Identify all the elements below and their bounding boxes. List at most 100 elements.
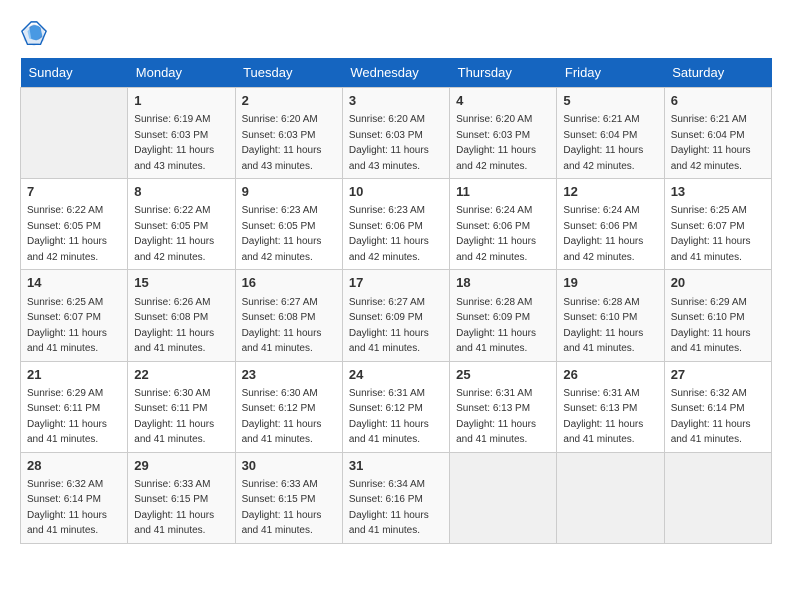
day-number: 17 [349, 274, 443, 292]
day-number: 27 [671, 366, 765, 384]
calendar-week-row: 28Sunrise: 6:32 AM Sunset: 6:14 PM Dayli… [21, 452, 772, 543]
day-number: 23 [242, 366, 336, 384]
calendar-cell: 15 Sunrise: 6:26 AM Sunset: 6:08 PM Dayli… [128, 270, 235, 361]
day-number: 8 [134, 183, 228, 201]
calendar-header-row: SundayMondayTuesdayWednesdayThursdayFrid… [21, 58, 772, 88]
calendar-week-row: 7 Sunrise: 6:22 AM Sunset: 6:05 PM Daylig… [21, 179, 772, 270]
day-number: 14 [27, 274, 121, 292]
calendar-cell: 14 Sunrise: 6:25 AM Sunset: 6:07 PM Dayli… [21, 270, 128, 361]
day-info: Sunrise: 6:28 AM Sunset: 6:09 PM Dayligh… [456, 297, 536, 355]
calendar-cell: 9 Sunrise: 6:23 AM Sunset: 6:05 PM Daylig… [235, 179, 342, 270]
day-number: 15 [134, 274, 228, 292]
day-number: 29 [134, 457, 228, 475]
calendar-cell: 26 Sunrise: 6:31 AM Sunset: 6:13 PM Dayli… [557, 361, 664, 452]
calendar-cell: 31 Sunrise: 6:34 AM Sunset: 6:16 PM Dayli… [342, 452, 449, 543]
calendar-cell: 2 Sunrise: 6:20 AM Sunset: 6:03 PM Daylig… [235, 88, 342, 179]
day-number: 26 [563, 366, 657, 384]
day-info: Sunrise: 6:24 AM Sunset: 6:06 PM Dayligh… [456, 205, 536, 263]
calendar-cell: 25 Sunrise: 6:31 AM Sunset: 6:13 PM Dayli… [450, 361, 557, 452]
day-number: 19 [563, 274, 657, 292]
day-info: Sunrise: 6:19 AM Sunset: 6:03 PM Dayligh… [134, 114, 214, 172]
day-info: Sunrise: 6:21 AM Sunset: 6:04 PM Dayligh… [671, 114, 751, 172]
day-number: 20 [671, 274, 765, 292]
day-info: Sunrise: 6:20 AM Sunset: 6:03 PM Dayligh… [242, 114, 322, 172]
calendar-cell: 18 Sunrise: 6:28 AM Sunset: 6:09 PM Dayli… [450, 270, 557, 361]
calendar-cell: 30 Sunrise: 6:33 AM Sunset: 6:15 PM Dayli… [235, 452, 342, 543]
day-info: Sunrise: 6:34 AM Sunset: 6:16 PM Dayligh… [349, 479, 429, 537]
calendar-cell: 22 Sunrise: 6:30 AM Sunset: 6:11 PM Dayli… [128, 361, 235, 452]
calendar-cell: 16 Sunrise: 6:27 AM Sunset: 6:08 PM Dayli… [235, 270, 342, 361]
calendar-cell: 27 Sunrise: 6:32 AM Sunset: 6:14 PM Dayli… [664, 361, 771, 452]
day-header-friday: Friday [557, 58, 664, 88]
calendar-cell [664, 452, 771, 543]
day-number: 22 [134, 366, 228, 384]
calendar-cell: 8 Sunrise: 6:22 AM Sunset: 6:05 PM Daylig… [128, 179, 235, 270]
day-number: 16 [242, 274, 336, 292]
day-info: Sunrise: 6:27 AM Sunset: 6:08 PM Dayligh… [242, 297, 322, 355]
calendar-week-row: 21Sunrise: 6:29 AM Sunset: 6:11 PM Dayli… [21, 361, 772, 452]
day-info: Sunrise: 6:29 AM Sunset: 6:10 PM Dayligh… [671, 297, 751, 355]
calendar-cell: 3Sunrise: 6:20 AM Sunset: 6:03 PM Daylig… [342, 88, 449, 179]
day-number: 7 [27, 183, 121, 201]
calendar-cell: 7 Sunrise: 6:22 AM Sunset: 6:05 PM Daylig… [21, 179, 128, 270]
day-number: 31 [349, 457, 443, 475]
day-header-wednesday: Wednesday [342, 58, 449, 88]
calendar-table: SundayMondayTuesdayWednesdayThursdayFrid… [20, 58, 772, 544]
day-info: Sunrise: 6:20 AM Sunset: 6:03 PM Dayligh… [349, 114, 429, 172]
calendar-cell: 6 Sunrise: 6:21 AM Sunset: 6:04 PM Daylig… [664, 88, 771, 179]
calendar-cell: 21Sunrise: 6:29 AM Sunset: 6:11 PM Dayli… [21, 361, 128, 452]
day-number: 6 [671, 92, 765, 110]
day-number: 18 [456, 274, 550, 292]
day-header-thursday: Thursday [450, 58, 557, 88]
calendar-cell: 24Sunrise: 6:31 AM Sunset: 6:12 PM Dayli… [342, 361, 449, 452]
day-number: 28 [27, 457, 121, 475]
calendar-cell [21, 88, 128, 179]
calendar-cell: 11Sunrise: 6:24 AM Sunset: 6:06 PM Dayli… [450, 179, 557, 270]
calendar-week-row: 1 Sunrise: 6:19 AM Sunset: 6:03 PM Daylig… [21, 88, 772, 179]
day-info: Sunrise: 6:20 AM Sunset: 6:03 PM Dayligh… [456, 114, 536, 172]
day-info: Sunrise: 6:22 AM Sunset: 6:05 PM Dayligh… [27, 205, 107, 263]
logo [20, 20, 52, 48]
day-info: Sunrise: 6:32 AM Sunset: 6:14 PM Dayligh… [671, 388, 751, 446]
day-info: Sunrise: 6:21 AM Sunset: 6:04 PM Dayligh… [563, 114, 643, 172]
day-info: Sunrise: 6:25 AM Sunset: 6:07 PM Dayligh… [27, 297, 107, 355]
calendar-cell [557, 452, 664, 543]
day-number: 25 [456, 366, 550, 384]
calendar-cell: 1 Sunrise: 6:19 AM Sunset: 6:03 PM Daylig… [128, 88, 235, 179]
calendar-cell: 10Sunrise: 6:23 AM Sunset: 6:06 PM Dayli… [342, 179, 449, 270]
calendar-cell [450, 452, 557, 543]
day-number: 12 [563, 183, 657, 201]
calendar-cell: 20 Sunrise: 6:29 AM Sunset: 6:10 PM Dayli… [664, 270, 771, 361]
page-header [20, 20, 772, 48]
day-number: 30 [242, 457, 336, 475]
calendar-cell: 12Sunrise: 6:24 AM Sunset: 6:06 PM Dayli… [557, 179, 664, 270]
calendar-cell: 29 Sunrise: 6:33 AM Sunset: 6:15 PM Dayli… [128, 452, 235, 543]
day-info: Sunrise: 6:33 AM Sunset: 6:15 PM Dayligh… [134, 479, 214, 537]
day-header-sunday: Sunday [21, 58, 128, 88]
day-info: Sunrise: 6:23 AM Sunset: 6:05 PM Dayligh… [242, 205, 322, 263]
calendar-cell: 17 Sunrise: 6:27 AM Sunset: 6:09 PM Dayli… [342, 270, 449, 361]
day-info: Sunrise: 6:26 AM Sunset: 6:08 PM Dayligh… [134, 297, 214, 355]
day-header-tuesday: Tuesday [235, 58, 342, 88]
day-info: Sunrise: 6:27 AM Sunset: 6:09 PM Dayligh… [349, 297, 429, 355]
day-header-saturday: Saturday [664, 58, 771, 88]
day-info: Sunrise: 6:22 AM Sunset: 6:05 PM Dayligh… [134, 205, 214, 263]
day-number: 5 [563, 92, 657, 110]
day-info: Sunrise: 6:25 AM Sunset: 6:07 PM Dayligh… [671, 205, 751, 263]
calendar-cell: 19 Sunrise: 6:28 AM Sunset: 6:10 PM Dayli… [557, 270, 664, 361]
day-number: 9 [242, 183, 336, 201]
day-info: Sunrise: 6:28 AM Sunset: 6:10 PM Dayligh… [563, 297, 643, 355]
day-info: Sunrise: 6:31 AM Sunset: 6:12 PM Dayligh… [349, 388, 429, 446]
day-info: Sunrise: 6:31 AM Sunset: 6:13 PM Dayligh… [563, 388, 643, 446]
day-number: 2 [242, 92, 336, 110]
day-info: Sunrise: 6:23 AM Sunset: 6:06 PM Dayligh… [349, 205, 429, 263]
calendar-cell: 13Sunrise: 6:25 AM Sunset: 6:07 PM Dayli… [664, 179, 771, 270]
day-info: Sunrise: 6:31 AM Sunset: 6:13 PM Dayligh… [456, 388, 536, 446]
calendar-cell: 5 Sunrise: 6:21 AM Sunset: 6:04 PM Daylig… [557, 88, 664, 179]
day-number: 1 [134, 92, 228, 110]
day-number: 4 [456, 92, 550, 110]
day-info: Sunrise: 6:33 AM Sunset: 6:15 PM Dayligh… [242, 479, 322, 537]
calendar-week-row: 14 Sunrise: 6:25 AM Sunset: 6:07 PM Dayli… [21, 270, 772, 361]
day-info: Sunrise: 6:30 AM Sunset: 6:11 PM Dayligh… [134, 388, 214, 446]
calendar-cell: 28Sunrise: 6:32 AM Sunset: 6:14 PM Dayli… [21, 452, 128, 543]
